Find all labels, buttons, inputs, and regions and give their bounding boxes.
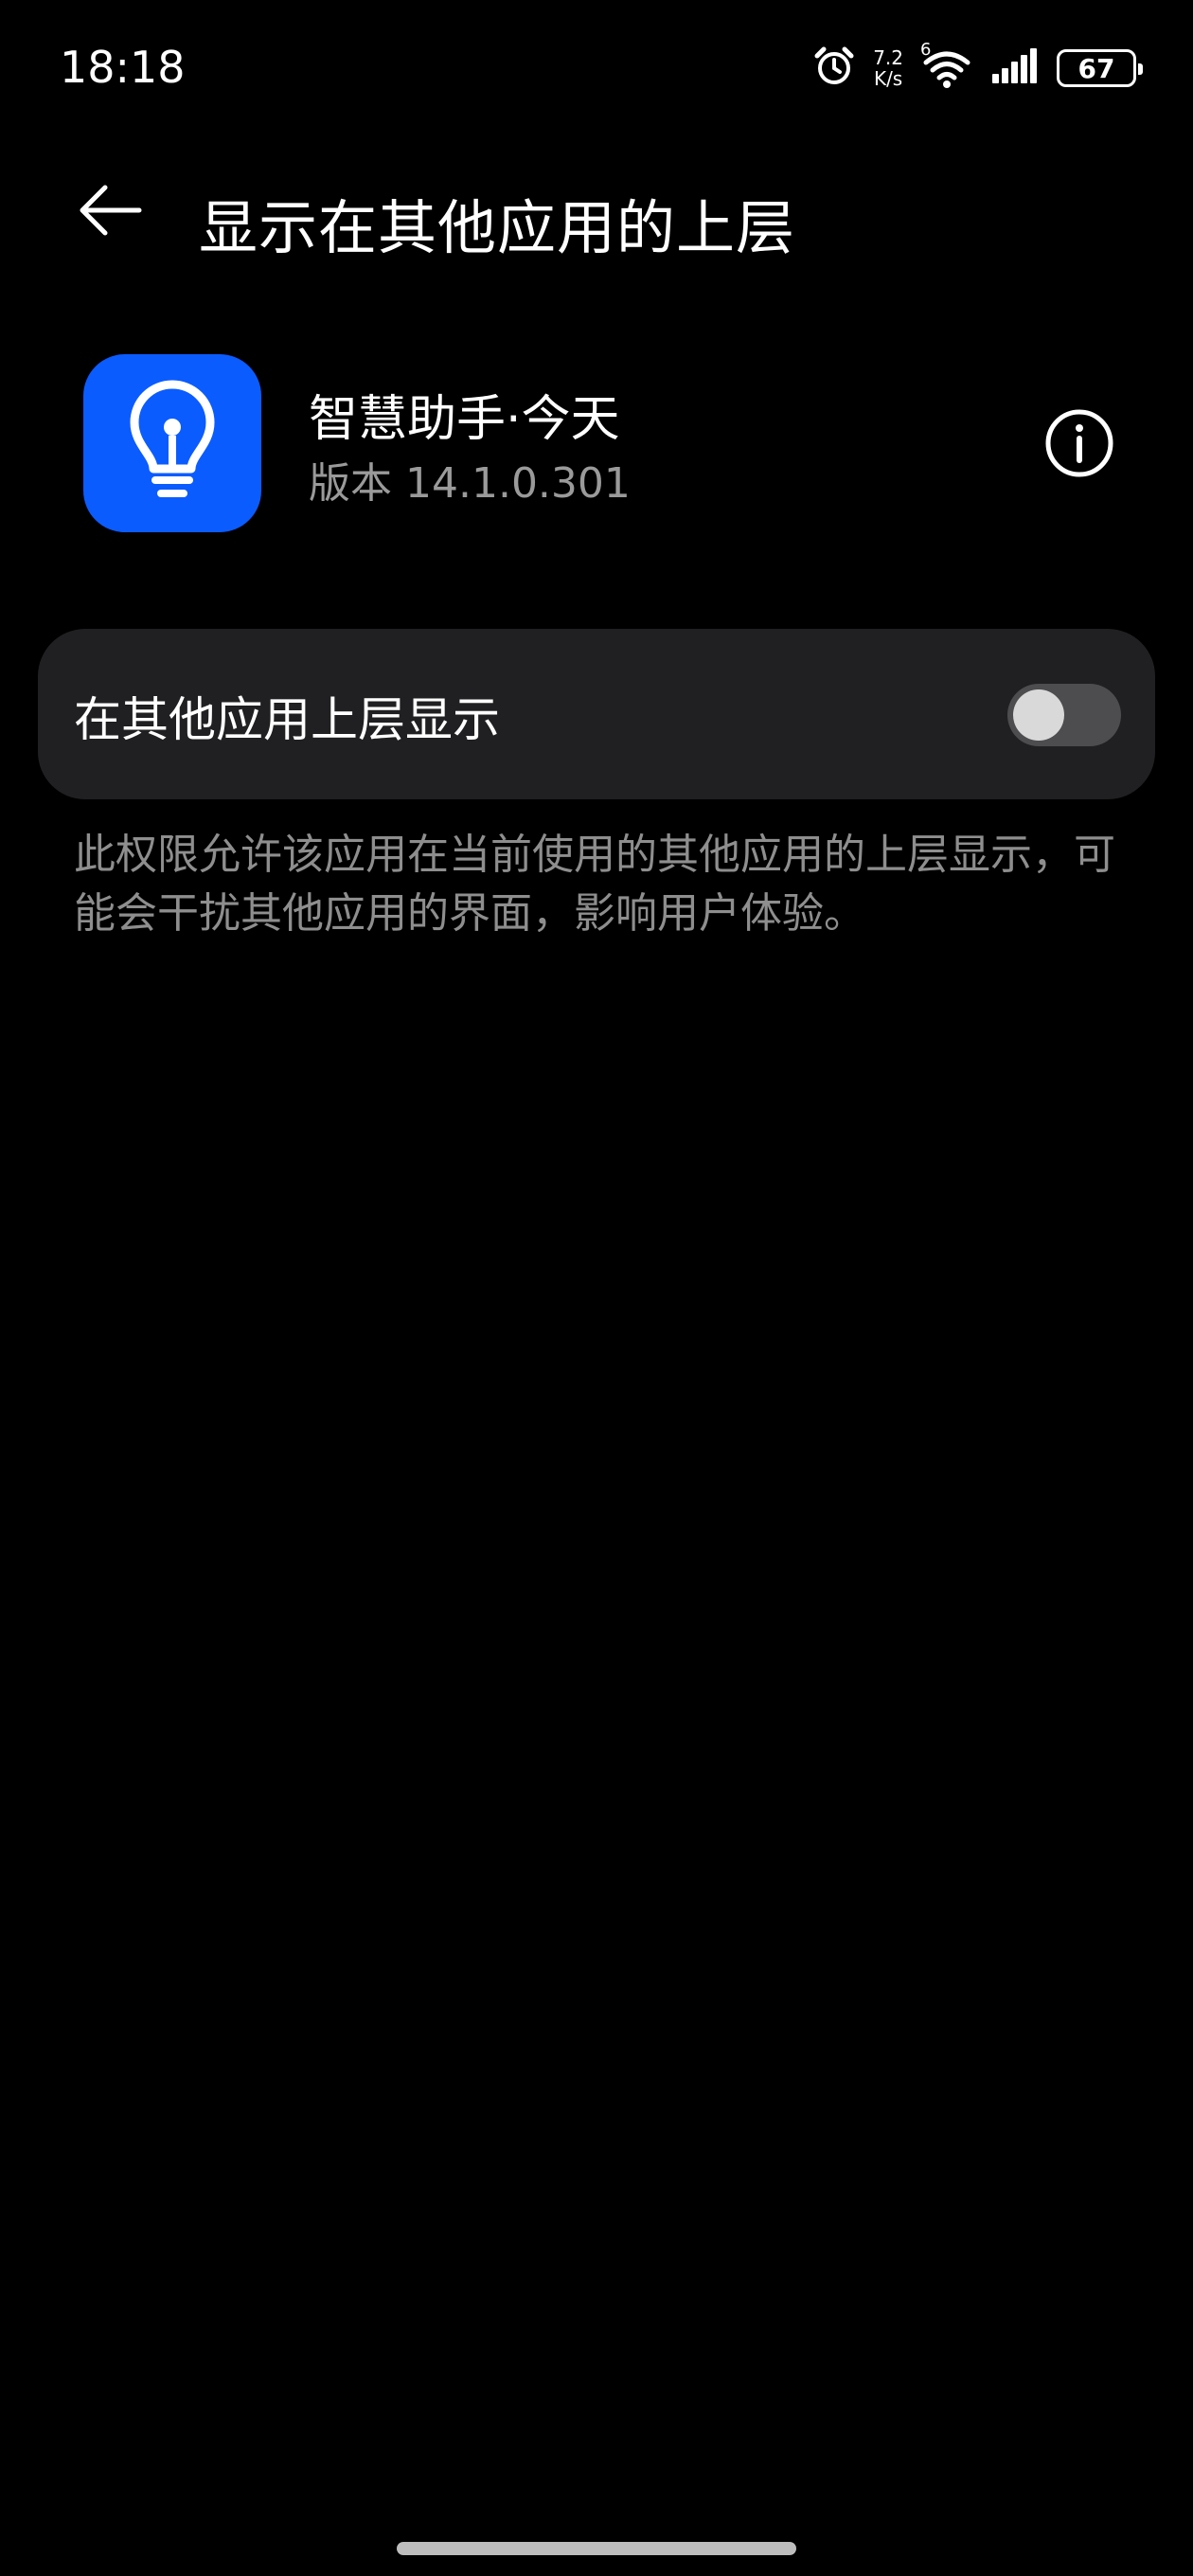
status-bar: 18:18 7.2 K/s 6 67 bbox=[0, 0, 1193, 142]
app-icon bbox=[83, 354, 261, 532]
app-name: 智慧助手·今天 bbox=[309, 391, 620, 448]
home-indicator[interactable] bbox=[397, 2542, 796, 2555]
network-speed: 7.2 K/s bbox=[873, 47, 903, 89]
lightbulb-icon bbox=[120, 380, 224, 507]
network-speed-unit: K/s bbox=[873, 67, 903, 90]
status-icons: 7.2 K/s 6 67 bbox=[812, 40, 1143, 95]
app-bar: 显示在其他应用的上层 bbox=[0, 161, 1193, 265]
battery-icon: 67 bbox=[1057, 49, 1143, 87]
permission-description: 此权限允许该应用在当前使用的其他应用的上层显示，可能会干扰其他应用的界面，影响用… bbox=[74, 831, 1115, 938]
info-icon bbox=[1043, 407, 1115, 483]
overlay-permission-label: 在其他应用上层显示 bbox=[74, 692, 500, 747]
back-button[interactable] bbox=[72, 174, 148, 250]
cellular-signal-icon bbox=[990, 47, 1040, 89]
network-speed-value: 7.2 bbox=[873, 46, 903, 69]
page-title: 显示在其他应用的上层 bbox=[199, 193, 796, 262]
status-time: 18:18 bbox=[60, 42, 186, 93]
arrow-left-icon bbox=[77, 182, 143, 242]
app-header: 智慧助手·今天 版本 14.1.0.301 bbox=[0, 350, 1193, 540]
app-version: 版本 14.1.0.301 bbox=[309, 459, 631, 508]
battery-level: 67 bbox=[1077, 52, 1115, 84]
wifi-icon: 6 bbox=[920, 40, 973, 89]
overlay-permission-setting[interactable]: 在其他应用上层显示 bbox=[38, 629, 1155, 799]
overlay-permission-toggle[interactable] bbox=[1007, 684, 1121, 746]
app-info-button[interactable] bbox=[1042, 407, 1117, 483]
network-type-label: 6 bbox=[920, 40, 932, 60]
toggle-knob bbox=[1013, 689, 1064, 741]
alarm-icon bbox=[812, 45, 856, 92]
